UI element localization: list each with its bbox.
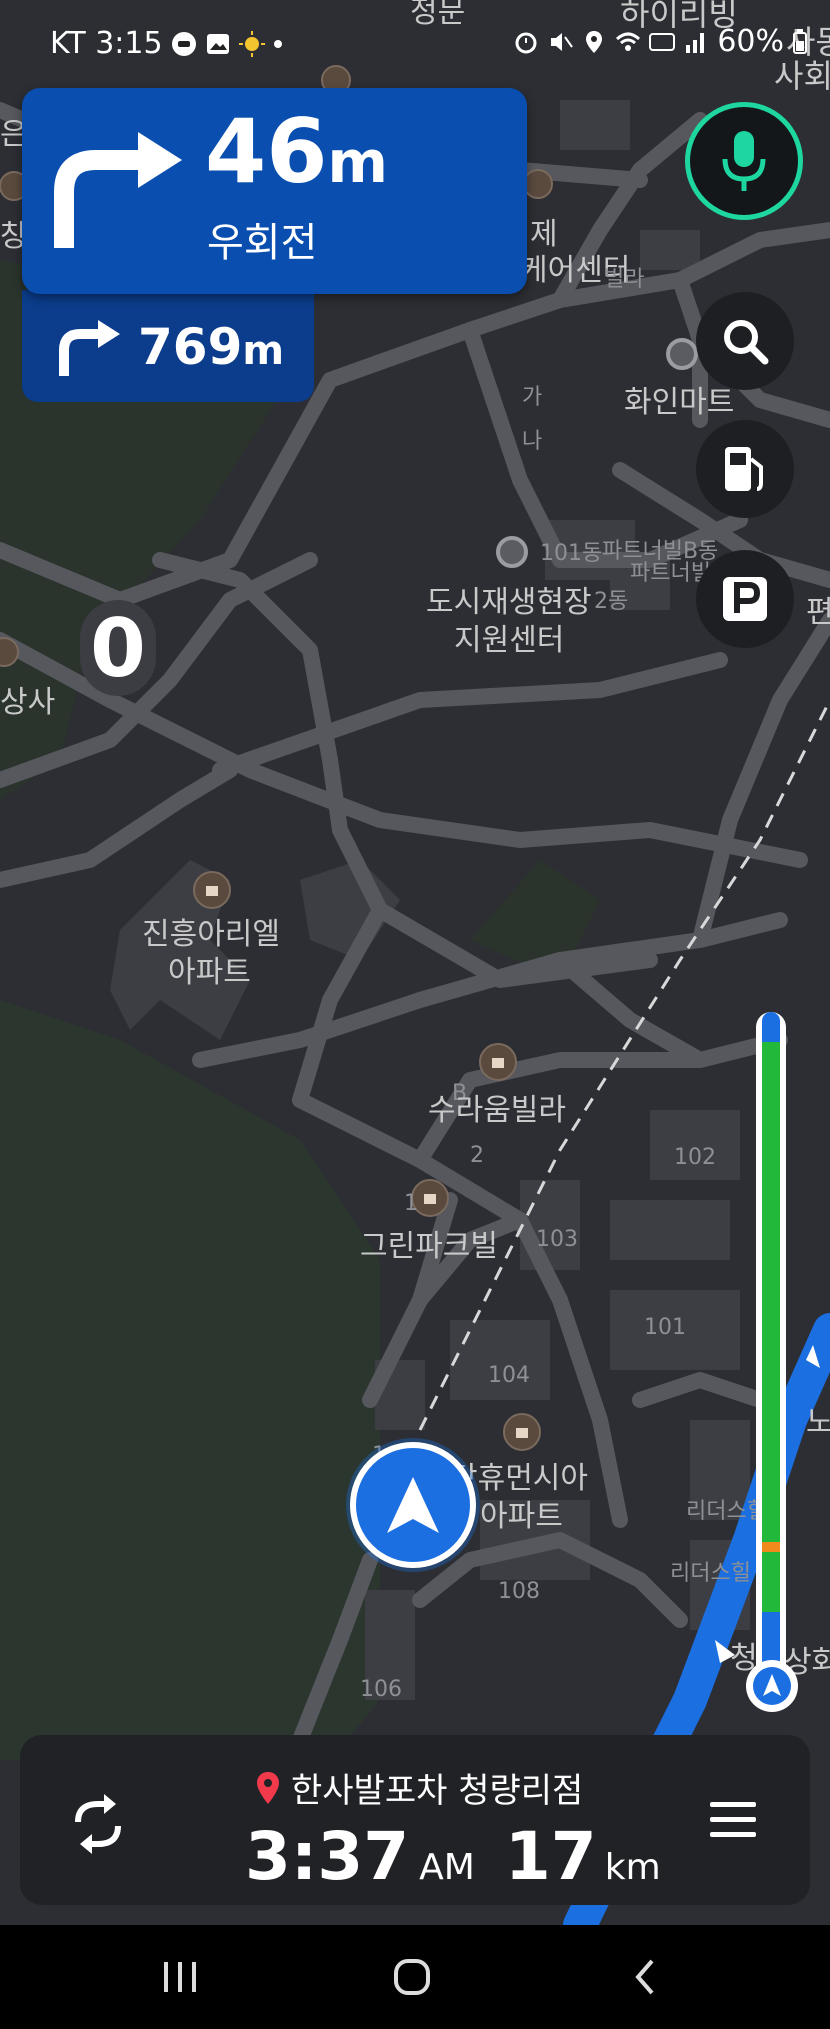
map-label: 제	[530, 217, 558, 252]
map-label: 108	[498, 1579, 540, 1604]
map-label: 102	[674, 1145, 716, 1170]
battery-level: 60%	[717, 24, 784, 59]
turn-road-label: 우회전	[207, 220, 318, 266]
route-segment-green	[762, 1042, 780, 1542]
remaining-distance: 17	[504, 1818, 597, 1895]
fuel-pump-icon	[725, 447, 763, 491]
map-label: 101동	[540, 541, 603, 566]
eta-row: 3:37 AM 17 km	[245, 1818, 661, 1895]
sun-icon	[238, 30, 265, 57]
map-label: 아파트	[168, 955, 251, 990]
map-label: 도시재생현장	[426, 585, 592, 620]
next-turn-distance: 769m	[138, 318, 285, 376]
mic-icon	[722, 131, 766, 191]
signal-icon	[686, 32, 705, 53]
system-navigation-bar	[0, 1925, 830, 2029]
eta-ampm: AM	[419, 1847, 475, 1888]
turn-distance: 46m	[205, 100, 388, 203]
map-label: 지원센터	[454, 623, 565, 658]
route-segment-green-2	[762, 1552, 780, 1612]
navigation-screen: 정문 하이리빙 사동 사회 은 창 제 케어센터 빌라 화인마트 가 나 101…	[0, 0, 830, 2029]
route-progress-bar	[756, 1012, 786, 1692]
navigation-arrow-icon	[753, 1667, 791, 1705]
carrier-time: KT 3:15	[50, 26, 163, 61]
refresh-route-icon	[75, 1794, 121, 1854]
map-label: 106	[360, 1677, 402, 1702]
map-label: 가	[522, 385, 543, 410]
map-label: 리더스힐	[686, 1499, 767, 1524]
map-label: 101	[644, 1315, 686, 1340]
map-label: 103	[536, 1227, 578, 1252]
search-icon	[724, 320, 769, 365]
navigation-arrow-icon	[387, 1477, 439, 1533]
location-pin-icon	[257, 1771, 279, 1804]
notification-dot-icon	[273, 39, 282, 48]
wifi-icon	[616, 32, 641, 51]
recent-apps-button[interactable]	[140, 1945, 220, 2009]
search-button[interactable]	[696, 292, 794, 390]
current-location-marker	[350, 1442, 476, 1568]
parking-icon	[723, 577, 767, 621]
gas-station-button[interactable]	[696, 420, 794, 518]
recent-apps-icon	[164, 1962, 196, 1992]
map-label: 편	[806, 595, 830, 630]
map-label: 빌라	[604, 267, 645, 292]
map-label: 상사	[0, 685, 56, 720]
reroute-button[interactable]	[66, 1792, 130, 1856]
back-button[interactable]	[605, 1945, 685, 2009]
current-speed: 0	[80, 600, 156, 696]
gallery-icon	[206, 33, 229, 54]
map-label: 진흥아리엘	[142, 917, 280, 952]
progress-car-marker	[746, 1660, 798, 1712]
route-progress-done	[762, 1012, 780, 1042]
map-label: 노	[806, 1405, 830, 1440]
home-button[interactable]	[372, 1945, 452, 2009]
hamburger-menu-icon	[710, 1802, 756, 1837]
map-label: 1	[404, 1191, 418, 1216]
map-label: 수라움빌라	[428, 1093, 566, 1128]
map-label: 2	[470, 1143, 484, 1168]
map-label: 나	[522, 429, 543, 454]
status-bar: KT 3:15 60%	[0, 0, 830, 80]
parking-button[interactable]	[696, 550, 794, 648]
map-label: 화인마트	[624, 385, 735, 420]
location-icon	[586, 30, 603, 53]
map-label: 아파트	[480, 1499, 563, 1534]
map-label: 리더스힐	[670, 1561, 751, 1586]
alarm-icon	[515, 32, 537, 53]
hd-voice-icon	[649, 32, 676, 51]
mute-icon	[551, 32, 574, 51]
battery-icon	[793, 28, 807, 54]
route-progress-track	[762, 1012, 780, 1692]
turn-right-icon	[54, 132, 182, 248]
map-label: 104	[488, 1363, 530, 1388]
home-icon	[394, 1959, 430, 1995]
menu-button[interactable]	[708, 1798, 758, 1848]
eta-time: 3:37	[245, 1818, 410, 1895]
voice-command-button[interactable]	[685, 102, 803, 220]
map-label: 2동	[594, 589, 629, 614]
destination-row[interactable]: 한사발포차 청량리점	[255, 1763, 583, 1812]
car-icon	[171, 31, 196, 56]
next-turn-right-icon	[59, 320, 120, 376]
remaining-distance-unit: km	[604, 1847, 661, 1888]
map-label: 그린파크빌	[360, 1229, 498, 1264]
destination-name: 한사발포차 청량리점	[291, 1771, 584, 1811]
route-segment-orange	[762, 1542, 780, 1552]
back-icon	[635, 1959, 654, 1995]
